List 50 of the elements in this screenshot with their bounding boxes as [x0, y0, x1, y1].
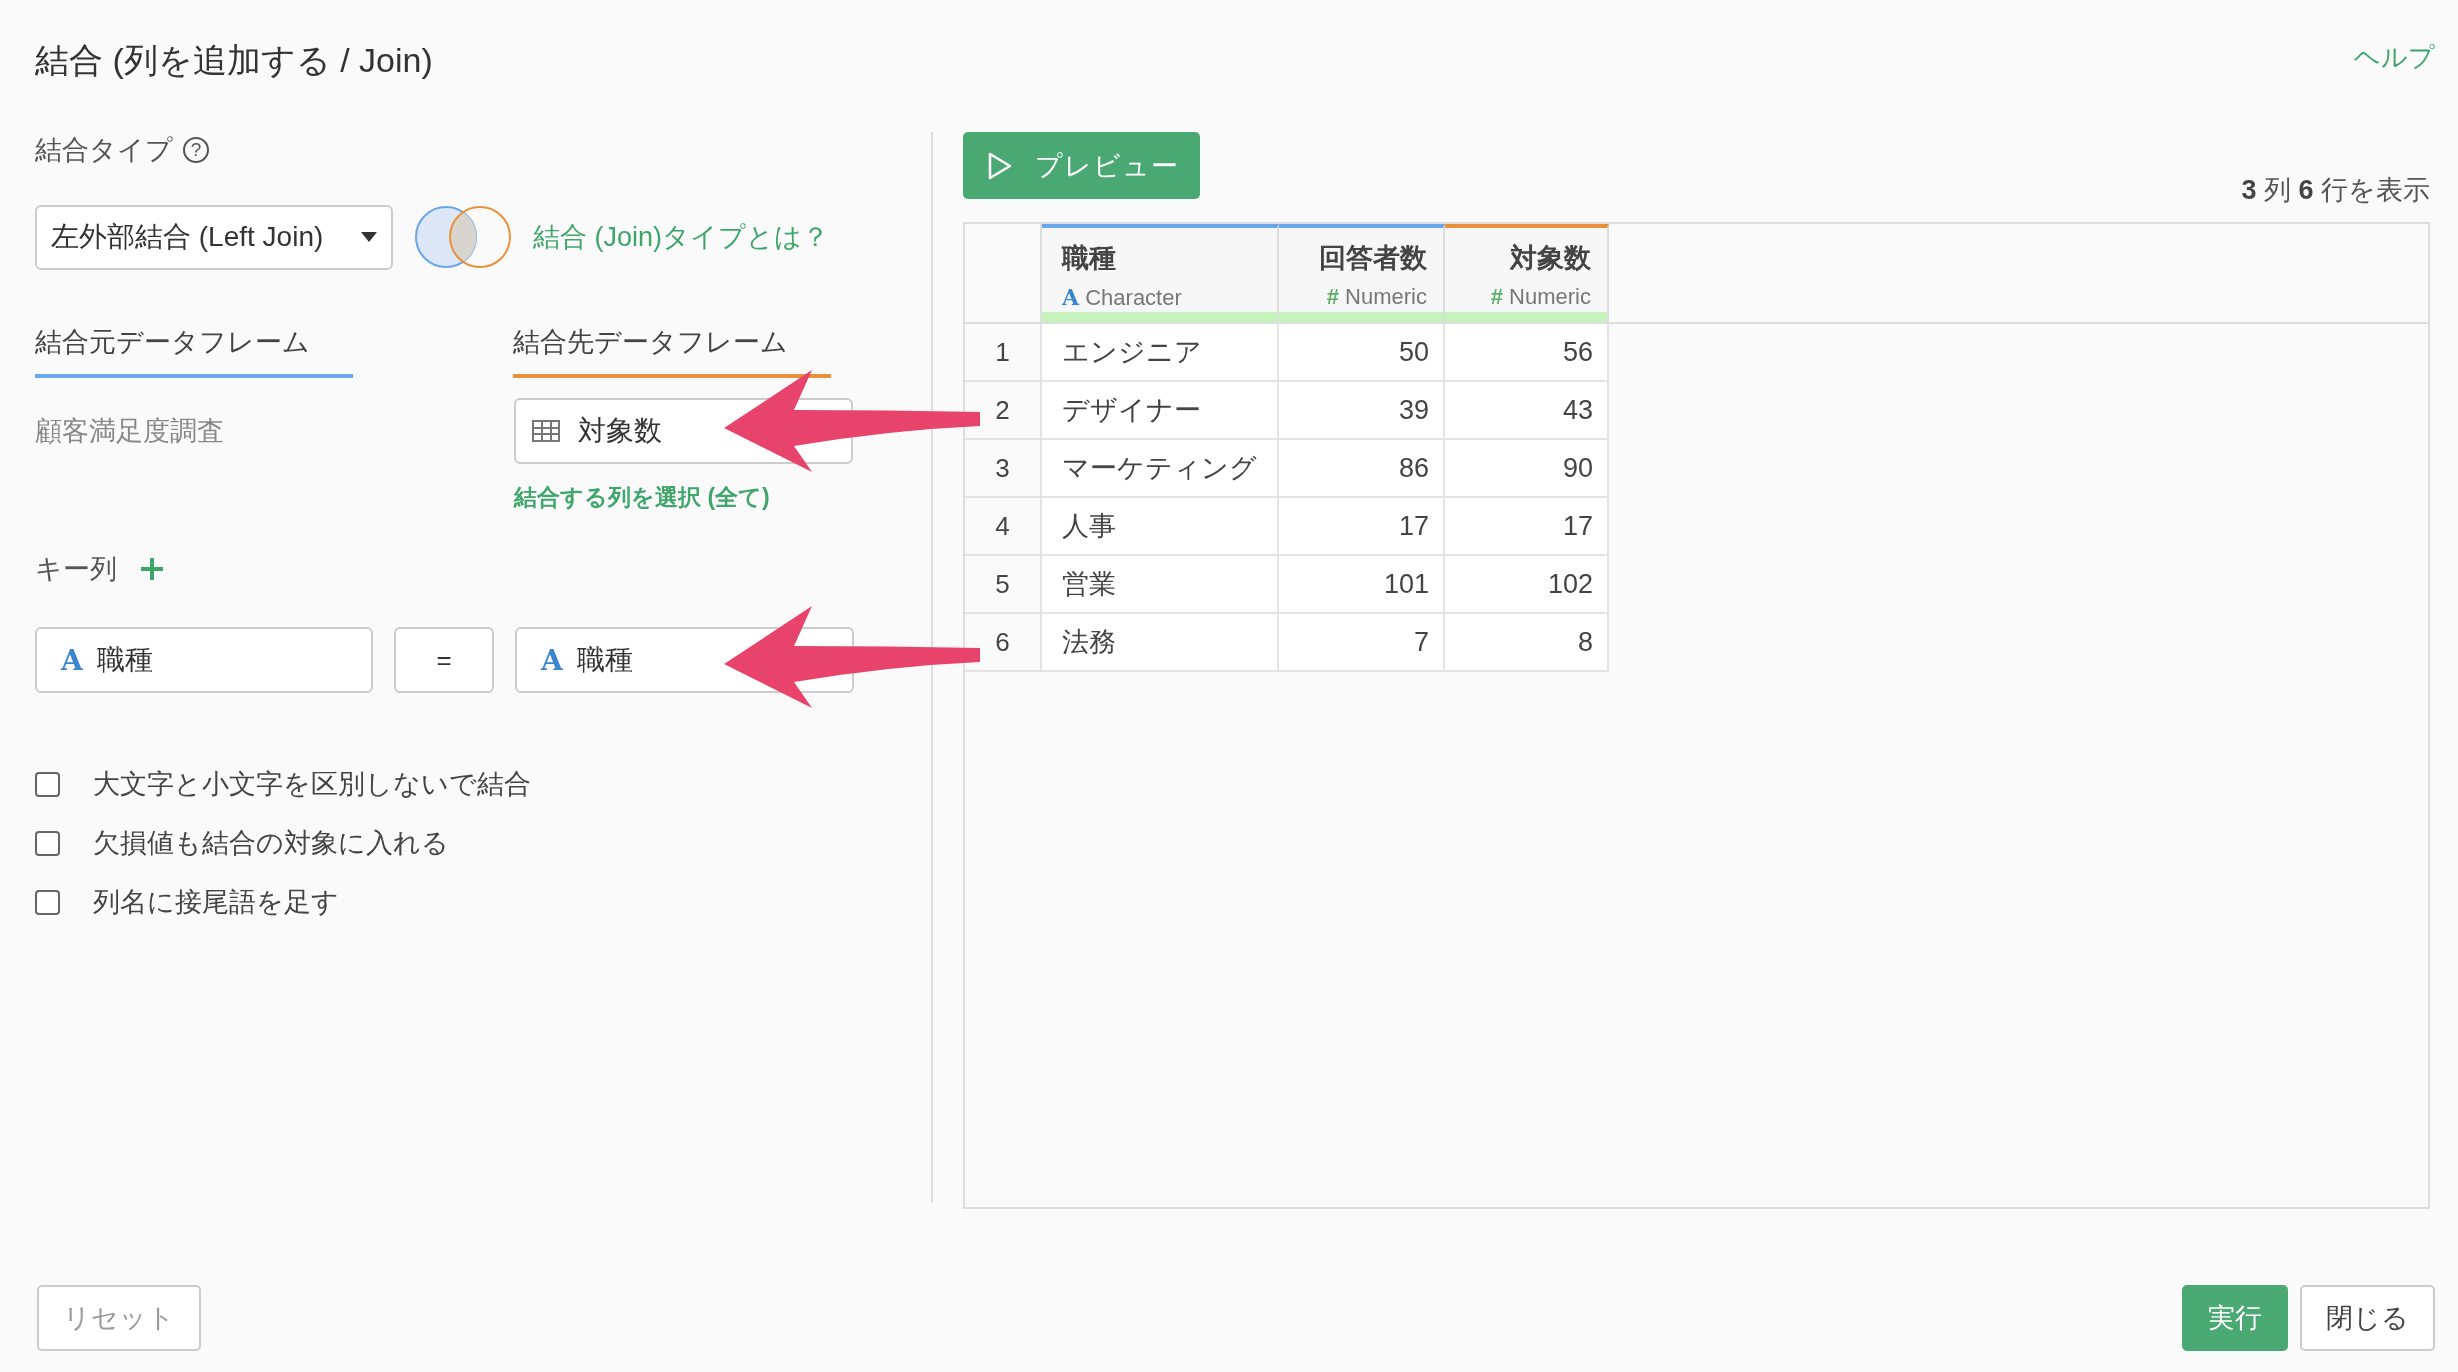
operator-field[interactable]: =	[394, 627, 494, 693]
table-cell: 7	[1279, 614, 1445, 672]
row-number: 5	[965, 556, 1042, 614]
checkbox[interactable]	[35, 830, 60, 856]
key-columns-label: キー列	[35, 553, 117, 586]
table-cell: 17	[1279, 498, 1445, 556]
dataframe-tab[interactable]: 結合元データフレーム	[35, 324, 353, 378]
row-count-summary: 3 列 6 行を表示	[2241, 174, 2430, 207]
close-button[interactable]: 閉じる	[2300, 1285, 2435, 1351]
table-cell: 43	[1445, 382, 1609, 440]
help-icon[interactable]: ?	[183, 137, 209, 163]
row-number: 3	[965, 440, 1042, 498]
table-cell: 39	[1279, 382, 1445, 440]
option-label: 大文字と小文字を区別しないで結合	[93, 768, 531, 801]
table-cell: 86	[1279, 440, 1445, 498]
option-label: 列名に接尾語を足す	[93, 886, 339, 919]
dialog-title: 結合 (列を追加する / Join)	[35, 40, 433, 81]
table-cell: 90	[1445, 440, 1609, 498]
join-type-dropdown[interactable]: 左外部結合 (Left Join)	[35, 204, 393, 270]
play-icon	[987, 151, 1013, 180]
key-column-select[interactable]: A 職種	[35, 627, 373, 693]
table-cell: マーケティング	[1042, 440, 1279, 498]
table-cell: 法務	[1042, 614, 1279, 672]
table-cell: デザイナー	[1042, 382, 1279, 440]
table-cell: 17	[1445, 498, 1609, 556]
row-number: 2	[965, 382, 1042, 440]
dataframe-tab[interactable]: 結合先データフレーム	[513, 324, 831, 378]
column-header[interactable]: 回答者数 # Numeric	[1279, 224, 1445, 322]
table-cell: 101	[1279, 556, 1445, 614]
row-number: 6	[965, 614, 1042, 672]
checkbox[interactable]	[35, 889, 60, 915]
table-cell: 50	[1279, 324, 1445, 382]
table-cell: 102	[1445, 556, 1609, 614]
table-cell: 56	[1445, 324, 1609, 382]
row-number: 1	[965, 324, 1042, 382]
venn-diagram-icon	[413, 204, 513, 270]
caret-icon	[361, 232, 377, 242]
add-icon[interactable]	[139, 556, 165, 582]
table-cell: エンジニア	[1042, 324, 1279, 382]
table-cell: 人事	[1042, 498, 1279, 556]
checkbox[interactable]	[35, 771, 60, 797]
row-number: 4	[965, 498, 1042, 556]
option-label: 欠損値も結合の対象に入れる	[93, 827, 449, 860]
column-header[interactable]: 職種 A Character	[1042, 224, 1279, 322]
table-cell: 営業	[1042, 556, 1279, 614]
source-dataframe-name: 顧客満足度調査	[35, 416, 224, 446]
column-header[interactable]: 対象数 # Numeric	[1445, 224, 1609, 322]
table-cell: 8	[1445, 614, 1609, 672]
join-type-label: 結合タイプ	[35, 134, 173, 167]
table-icon	[532, 420, 560, 442]
